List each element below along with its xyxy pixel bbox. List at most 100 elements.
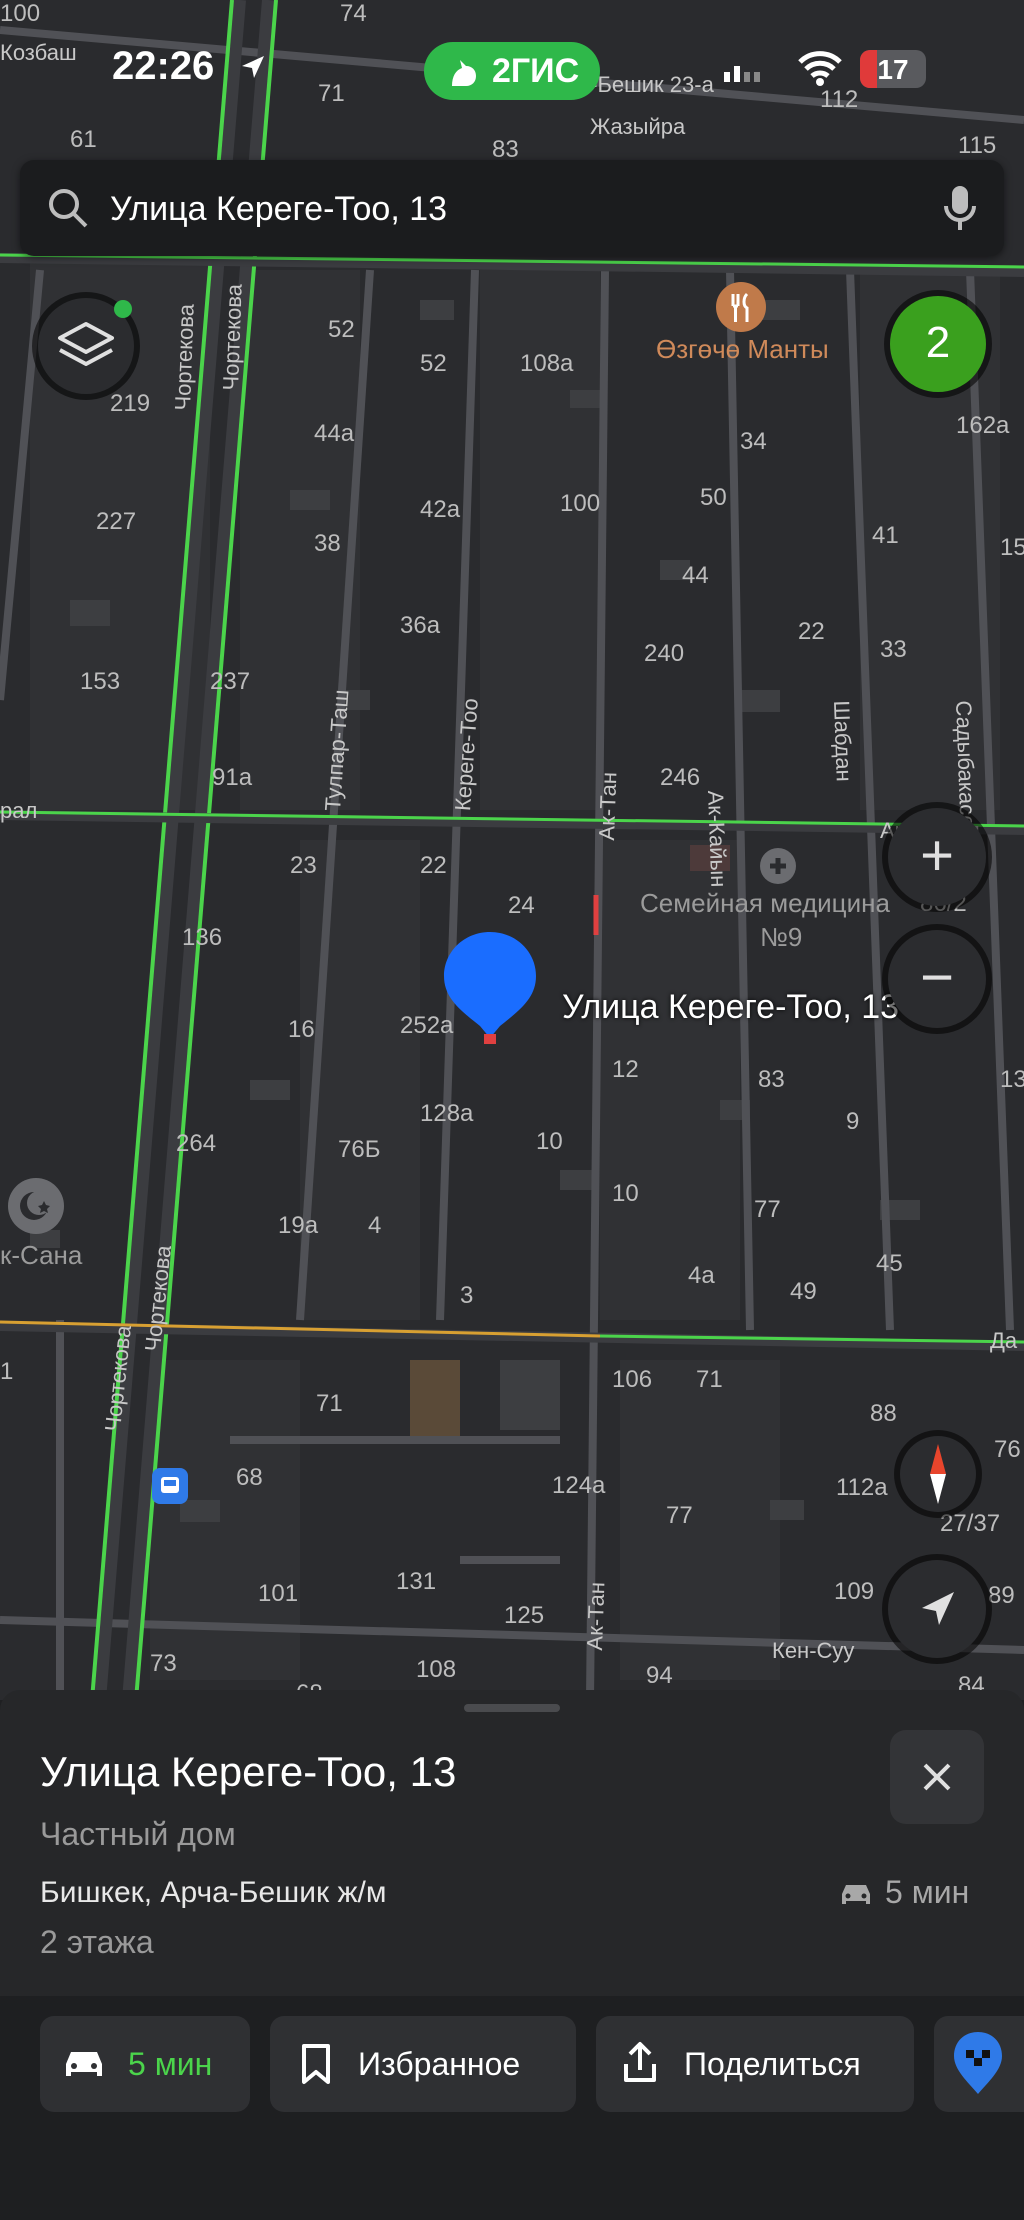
house-number-label: 23 [290, 852, 317, 879]
house-number-label: 4 [368, 1212, 382, 1239]
restaurant-icon[interactable] [716, 282, 766, 332]
house-number-label: 68 [236, 1464, 263, 1491]
bookmark-icon [302, 2044, 330, 2084]
bus-stop-icon[interactable] [152, 1468, 188, 1504]
wifi-icon [798, 51, 842, 86]
poi-mosque-label[interactable]: к-Сана [0, 1240, 82, 1271]
medical-icon[interactable] [760, 848, 796, 884]
brand-label: 2ГИС [492, 52, 580, 90]
house-number-label: 10 [536, 1128, 563, 1155]
house-number-label: 50 [700, 484, 727, 511]
house-number-label: 157а [1000, 534, 1024, 561]
street-label: Чортекова [218, 283, 247, 391]
house-number-label: 36а [400, 612, 441, 639]
compass-button[interactable] [900, 1436, 976, 1512]
house-number-label: 83 [758, 1066, 785, 1093]
street-label: Ак-Тан [594, 771, 622, 841]
route-button[interactable]: 5 мин [40, 2016, 250, 2112]
house-number-label: 71 [696, 1366, 723, 1393]
place-floors: 2 этажа [40, 1924, 154, 1960]
house-number-label: 108а [520, 350, 574, 377]
house-number-label: 108 [416, 1656, 457, 1683]
layers-button[interactable] [38, 298, 134, 394]
layers-indicator [114, 300, 132, 318]
poi-clinic-number: №9 [760, 922, 803, 952]
house-number-label: 34 [740, 428, 767, 455]
house-number-label: 136 [182, 924, 223, 951]
action-bar: 5 мин Избранное Поделиться [0, 1996, 1024, 2220]
location-pin-icon[interactable] [440, 928, 540, 1058]
house-number-label: 77 [754, 1196, 781, 1223]
plus-icon: + [920, 823, 954, 888]
house-number-label: 16 [288, 1016, 315, 1043]
house-number-label: 1 [0, 1358, 14, 1385]
car-icon [66, 2052, 102, 2076]
house-number-label: 76 [994, 1436, 1021, 1463]
favorite-button[interactable]: Избранное [270, 2016, 576, 2112]
street-label: Шабдан [829, 700, 857, 783]
dog-logo-icon [452, 60, 476, 86]
street-label: Кен-Суу [772, 1638, 855, 1663]
my-location-button[interactable] [888, 1560, 986, 1658]
house-number-label: 77 [666, 1502, 693, 1529]
zoom-out-button[interactable]: − [888, 930, 986, 1028]
house-number-label: 91а [212, 764, 253, 791]
house-number-label: 76Б [338, 1136, 381, 1163]
status-bar: 22:26 2ГИС 17 [0, 0, 1024, 150]
house-number-label: 9 [846, 1108, 860, 1135]
street-label: Ак-Кайын [703, 790, 732, 888]
poi-cafe-label[interactable]: Өзгөчө Манты [656, 334, 829, 365]
house-number-label: 44 [682, 562, 709, 589]
place-address: Бишкек, Арча-Бешик ж/м [40, 1876, 387, 1909]
house-number-label: 27/37 [940, 1510, 1001, 1537]
street-label: рал [0, 798, 38, 823]
house-number-label: 49 [790, 1278, 817, 1305]
house-number-label: 3 [460, 1282, 474, 1309]
share-button[interactable]: Поделиться [596, 2016, 914, 2112]
house-number-label: 33 [880, 636, 907, 663]
house-number-label: 41 [872, 522, 899, 549]
battery-percent: 17 [877, 54, 909, 85]
close-icon [923, 1763, 951, 1791]
house-number-label: 89 [988, 1582, 1015, 1609]
app-brand-badge[interactable]: 2ГИС [424, 42, 600, 100]
place-eta: 5 мин [885, 1874, 970, 1910]
route-eta-label: 5 мин [128, 2046, 213, 2082]
house-number-label: 71 [316, 1390, 343, 1417]
house-number-label: 73 [150, 1650, 177, 1677]
house-number-label: 42а [420, 496, 461, 523]
minus-icon: − [920, 945, 954, 1010]
house-number-label: 124а [552, 1472, 606, 1499]
search-icon [49, 189, 88, 228]
street-label: Ак-Тан [582, 1581, 610, 1651]
house-number-label: 52 [328, 316, 355, 343]
microphone-icon[interactable] [938, 182, 982, 234]
house-number-label: 109 [834, 1578, 875, 1605]
car-icon [842, 1885, 870, 1904]
mosque-icon[interactable] [8, 1178, 64, 1234]
house-number-label: 100 [560, 490, 601, 517]
house-number-label: 125 [504, 1602, 545, 1629]
close-button[interactable] [890, 1730, 984, 1824]
poi-clinic-label[interactable]: Семейная медицина [640, 888, 890, 919]
place-title: Улица Кереге-Тоо, 13 [40, 1748, 457, 1795]
favorite-label: Избранное [358, 2046, 521, 2082]
place-card[interactable]: Улица Кереге-Тоо, 13 Частный дом Бишкек,… [0, 1690, 1024, 2220]
cellular-signal-icon [724, 66, 760, 82]
search-bar[interactable]: Улица Кереге-Тоо, 13 [20, 160, 1004, 256]
results-count-badge[interactable]: 2 [890, 296, 986, 392]
house-number-label: 13 [1000, 1066, 1024, 1093]
house-number-label: 246 [660, 764, 701, 791]
battery-indicator: 17 [860, 50, 926, 88]
taxi-button[interactable] [934, 2016, 1024, 2112]
house-number-label: 12 [612, 1056, 639, 1083]
sheet-drag-handle[interactable] [464, 1704, 560, 1712]
house-number-label: 101 [258, 1580, 299, 1607]
search-input[interactable]: Улица Кереге-Тоо, 13 [110, 190, 447, 229]
house-number-label: 128а [420, 1100, 474, 1127]
zoom-in-button[interactable]: + [888, 808, 986, 906]
house-number-label: 24 [508, 892, 535, 919]
house-number-label: 44а [314, 420, 355, 447]
location-services-icon [242, 56, 264, 78]
pin-address-label: Улица Кереге-Тоо, 13 [562, 988, 900, 1026]
